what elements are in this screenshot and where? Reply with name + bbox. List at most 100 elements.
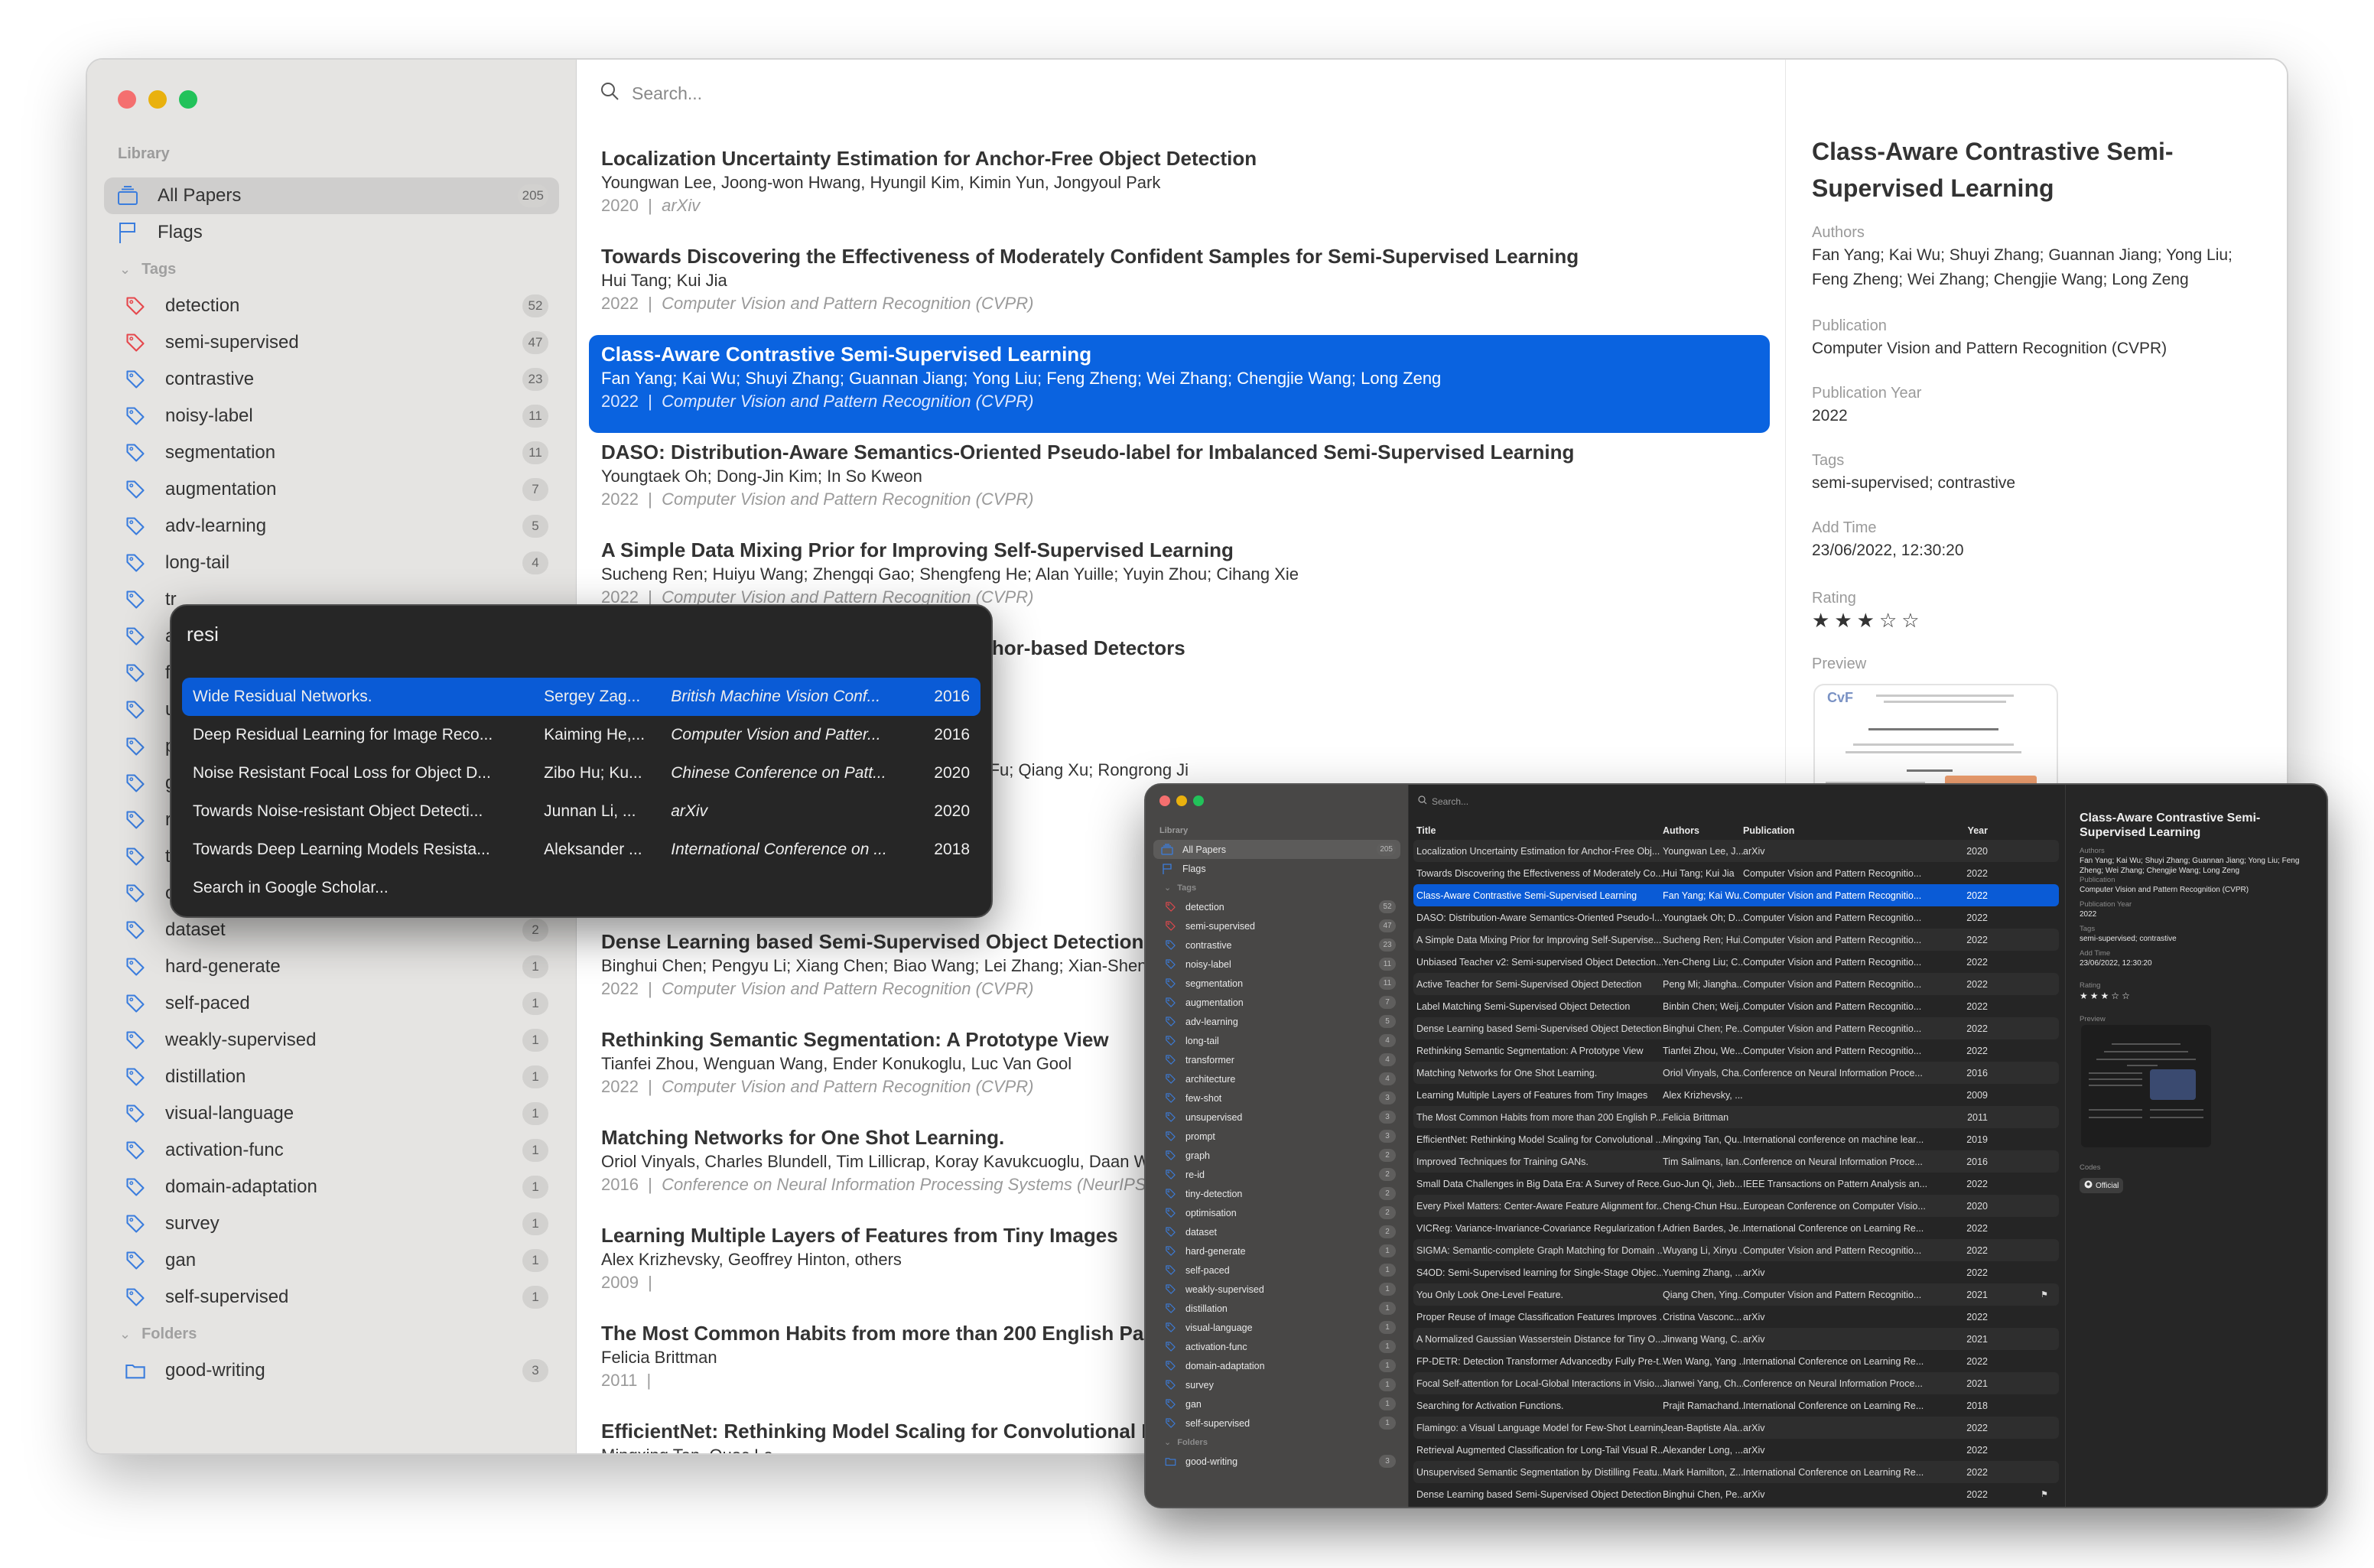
sidebar-item-tag[interactable]: long-tail 4 — [1153, 1031, 1400, 1050]
sidebar-item-tag[interactable]: self-supervised 1 — [1153, 1413, 1400, 1433]
table-row[interactable]: Dense Learning based Semi-Supervised Obj… — [1413, 1483, 2059, 1505]
table-row[interactable]: DASO: Distribution-Aware Semantics-Orien… — [1413, 906, 2059, 929]
table-row[interactable]: Small Data Challenges in Big Data Era: A… — [1413, 1173, 2059, 1195]
sidebar-item-tag[interactable]: domain-adaptation 1 — [1153, 1356, 1400, 1375]
maximize-window-button[interactable] — [1193, 795, 1204, 806]
table-row[interactable]: You Only Look One-Level Feature. Qiang C… — [1413, 1283, 2059, 1306]
sidebar-item-tag[interactable]: domain-adaptation 1 — [104, 1169, 559, 1205]
quick-search-result[interactable]: Towards Noise-resistant Object Detecti..… — [182, 792, 980, 831]
sidebar-item-tag[interactable]: architecture 4 — [1153, 1069, 1400, 1088]
flag-filled-icon[interactable]: ⚑ — [2041, 1489, 2048, 1499]
sidebar-item-tag[interactable]: visual-language 1 — [104, 1095, 559, 1132]
sidebar-item-tag[interactable]: semi-supervised 47 — [1153, 916, 1400, 935]
search-google-scholar-link[interactable]: Search in Google Scholar... — [182, 869, 980, 907]
sidebar-item-tag[interactable]: prompt 3 — [1153, 1127, 1400, 1146]
sidebar-item-tag[interactable]: contrastive 23 — [104, 361, 559, 398]
table-row[interactable]: A Simple Data Mixing Prior for Improving… — [1413, 929, 2059, 951]
sidebar-item-tag[interactable]: segmentation 11 — [1153, 974, 1400, 993]
minimize-window-button[interactable] — [148, 90, 167, 109]
star-filled-icon[interactable]: ★ — [1857, 609, 1875, 633]
table-row[interactable]: Retrieval Augmented Classification for L… — [1413, 1439, 2059, 1461]
table-row[interactable]: Unbiased Teacher v2: Semi-supervised Obj… — [1413, 951, 2059, 973]
tags-section-toggle[interactable]: ⌄ Tags — [1153, 878, 1400, 897]
sidebar-item-tag[interactable]: survey 1 — [104, 1205, 559, 1242]
tags-section-toggle[interactable]: ⌄ Tags — [104, 251, 559, 288]
sidebar-item-tag[interactable]: adv-learning 5 — [104, 508, 559, 545]
sidebar-item-tag[interactable]: contrastive 23 — [1153, 935, 1400, 955]
sidebar-item-tag[interactable]: survey 1 — [1153, 1375, 1400, 1394]
column-header-publication[interactable]: Publication — [1743, 825, 1942, 836]
sidebar-item-tag[interactable]: weakly-supervised 1 — [1153, 1280, 1400, 1299]
table-row[interactable]: Flamingo: a Visual Language Model for Fe… — [1413, 1417, 2059, 1439]
paper-list-item[interactable]: DASO: Distribution-Aware Semantics-Orien… — [589, 433, 1770, 531]
sidebar-item-tag[interactable]: graph 2 — [1153, 1146, 1400, 1165]
sidebar-item-tag[interactable]: weakly-supervised 1 — [104, 1022, 559, 1059]
sidebar-item-tag[interactable]: augmentation 7 — [104, 471, 559, 508]
sidebar-item-tag[interactable]: optimisation 2 — [1153, 1203, 1400, 1222]
sidebar-item-tag[interactable]: activation-func 1 — [1153, 1337, 1400, 1356]
sidebar-item-folder[interactable]: good-writing 3 — [1153, 1452, 1400, 1471]
sidebar-item-tag[interactable]: dataset 2 — [1153, 1222, 1400, 1241]
folders-section-toggle[interactable]: ⌄ Folders — [104, 1316, 559, 1352]
quick-search-input[interactable]: resi — [187, 623, 219, 646]
table-row[interactable]: Searching for Activation Functions. Praj… — [1413, 1394, 2059, 1417]
quick-search-result[interactable]: Towards Deep Learning Models Resista... … — [182, 831, 980, 869]
sidebar-item-tag[interactable]: few-shot 3 — [1153, 1088, 1400, 1108]
paper-list-item-selected[interactable]: Class-Aware Contrastive Semi-Supervised … — [589, 335, 1770, 433]
table-row[interactable]: Proper Reuse of Image Classification Fea… — [1413, 1306, 2059, 1328]
sidebar-item-flags[interactable]: Flags — [104, 214, 559, 251]
sidebar-item-flags[interactable]: Flags — [1153, 859, 1400, 878]
sidebar-item-tag[interactable]: gan 1 — [1153, 1394, 1400, 1413]
table-row[interactable]: FP-DETR: Detection Transformer Advancedb… — [1413, 1350, 2059, 1372]
sidebar-item-all-papers[interactable]: All Papers 205 — [104, 177, 559, 214]
quick-search-result[interactable]: Noise Resistant Focal Loss for Object D.… — [182, 754, 980, 792]
sidebar-item-tag[interactable]: transformer 4 — [1153, 1050, 1400, 1069]
sidebar-item-tag[interactable]: semi-supervised 47 — [104, 324, 559, 361]
table-row[interactable]: Focal Self-attention for Local-Global In… — [1413, 1372, 2059, 1394]
rating-stars[interactable]: ★ ★ ★ ☆ ☆ — [2080, 991, 2324, 1001]
sidebar-item-tag[interactable]: self-supervised 1 — [104, 1279, 559, 1316]
minimize-window-button[interactable] — [1176, 795, 1187, 806]
column-header-title[interactable]: Title — [1416, 825, 1663, 836]
quick-search-result[interactable]: Deep Residual Learning for Image Reco...… — [182, 716, 980, 754]
official-code-button[interactable]: Official — [2080, 1178, 2124, 1193]
sidebar-item-tag[interactable]: self-paced 1 — [104, 985, 559, 1022]
search-bar[interactable]: Search... — [1418, 795, 1468, 807]
column-header-year[interactable]: Year — [1942, 825, 1988, 836]
folders-section-toggle[interactable]: ⌄ Folders — [1153, 1433, 1400, 1452]
sidebar-item-tag[interactable]: detection 52 — [1153, 897, 1400, 916]
sidebar-item-tag[interactable]: visual-language 1 — [1153, 1318, 1400, 1337]
sidebar-item-tag[interactable]: re-id 2 — [1153, 1165, 1400, 1184]
paper-list-item[interactable]: Towards Discovering the Effectiveness of… — [589, 237, 1770, 335]
star-filled-icon[interactable]: ★ — [1812, 609, 1829, 633]
search-input[interactable]: Search... — [1432, 796, 1468, 807]
sidebar-item-all-papers[interactable]: All Papers 205 — [1153, 840, 1400, 859]
rating-stars[interactable]: ★ ★ ★ ☆ ☆ — [1812, 609, 2271, 633]
table-row[interactable]: Matching Networks for One Shot Learning.… — [1413, 1062, 2059, 1084]
column-header-authors[interactable]: Authors — [1663, 825, 1743, 836]
pdf-preview-thumbnail[interactable] — [2081, 1025, 2211, 1147]
table-row[interactable]: Localization Uncertainty Estimation for … — [1413, 840, 2059, 862]
table-row[interactable]: Learning Multiple Layers of Features fro… — [1413, 1084, 2059, 1106]
close-window-button[interactable] — [1159, 795, 1170, 806]
table-row[interactable]: Improved Techniques for Training GANs. T… — [1413, 1150, 2059, 1173]
table-row[interactable]: Active Teacher for Semi-Supervised Objec… — [1413, 973, 2059, 995]
sidebar-item-tag[interactable]: self-paced 1 — [1153, 1261, 1400, 1280]
table-row[interactable]: Rethinking Semantic Segmentation: A Prot… — [1413, 1039, 2059, 1062]
sidebar-item-folder[interactable]: good-writing 3 — [104, 1352, 559, 1389]
table-row[interactable]: Label Matching Semi-Supervised Object De… — [1413, 995, 2059, 1017]
sidebar-item-tag[interactable]: segmentation 11 — [104, 434, 559, 471]
table-row[interactable]: Unsupervised Semantic Segmentation by Di… — [1413, 1461, 2059, 1483]
star-empty-icon[interactable]: ☆ — [2111, 991, 2119, 1001]
maximize-window-button[interactable] — [179, 90, 197, 109]
sidebar-item-tag[interactable]: activation-func 1 — [104, 1132, 559, 1169]
sidebar-item-tag[interactable]: gan 1 — [104, 1242, 559, 1279]
table-row[interactable]: The Most Common Habits from more than 20… — [1413, 1106, 2059, 1128]
sidebar-item-tag[interactable]: distillation 1 — [104, 1059, 559, 1095]
sidebar-item-tag[interactable]: tiny-detection 2 — [1153, 1184, 1400, 1203]
sidebar-item-tag[interactable]: hard-generate 1 — [1153, 1241, 1400, 1261]
search-input[interactable]: Search... — [632, 83, 702, 104]
star-empty-icon[interactable]: ☆ — [1901, 609, 1919, 633]
table-row[interactable]: SIGMA: Semantic-complete Graph Matching … — [1413, 1239, 2059, 1261]
sidebar-item-tag[interactable]: noisy-label 11 — [1153, 955, 1400, 974]
